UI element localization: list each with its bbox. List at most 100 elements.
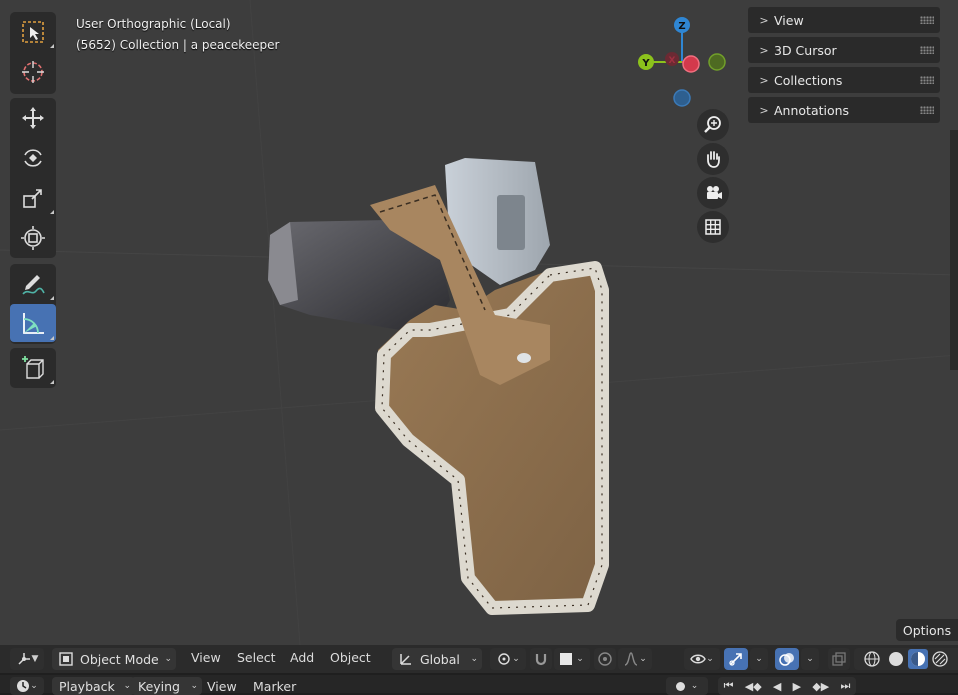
- chevron-down-icon: ⌄: [470, 654, 478, 664]
- move-tool[interactable]: [10, 100, 56, 136]
- drag-grip-icon[interactable]: [920, 16, 934, 24]
- proportional-edit-toggle[interactable]: [594, 648, 616, 670]
- chevron-right-icon: >: [759, 13, 769, 27]
- scale-icon: [23, 189, 42, 208]
- xray-icon: [832, 652, 846, 666]
- pan-button[interactable]: [697, 143, 729, 175]
- playback-controls: ⏮ ◀◆ ◀ ▶ ◆▶ ⏭: [718, 677, 856, 695]
- mode-dropdown[interactable]: Object Mode ⌄: [52, 648, 176, 670]
- gizmo-toggle[interactable]: [724, 648, 748, 670]
- xray-toggle[interactable]: [828, 648, 850, 670]
- neg-y-axis-icon: [708, 53, 726, 71]
- menu-object[interactable]: Object: [330, 650, 371, 665]
- falloff-button[interactable]: ⌄: [618, 648, 652, 670]
- select-box-tool[interactable]: [10, 14, 56, 50]
- gizmo-icon: [729, 653, 742, 666]
- record-icon: [675, 681, 685, 691]
- orientation-icon: [400, 654, 411, 665]
- menu-add[interactable]: Add: [290, 650, 314, 665]
- options-label: Options: [902, 622, 952, 638]
- measure-tool[interactable]: [10, 304, 56, 342]
- z-axis-label: Z: [678, 21, 685, 32]
- chevron-down-icon: ⌄: [190, 681, 198, 691]
- wireframe-shading-icon[interactable]: [863, 650, 881, 668]
- overlays-dropdown[interactable]: ⌄: [801, 648, 819, 670]
- panel-collections-label: Collections: [774, 72, 843, 88]
- rendered-shading-icon[interactable]: [931, 650, 949, 668]
- auto-keying-button[interactable]: ⌄: [666, 677, 708, 695]
- snap-toggle[interactable]: [530, 648, 552, 670]
- add-cube-tool[interactable]: [10, 350, 56, 386]
- measure-icon: [23, 313, 44, 334]
- snap-target-button[interactable]: ⌄: [554, 648, 590, 670]
- orientation-label: Global: [420, 651, 460, 667]
- playback-menu[interactable]: Playback ⌄: [52, 677, 135, 695]
- add-cube-icon: [22, 356, 44, 379]
- gizmo-dropdown[interactable]: ⌄: [750, 648, 768, 670]
- panel-3d-cursor[interactable]: > 3D Cursor: [748, 37, 940, 63]
- camera-view-button[interactable]: [697, 177, 729, 209]
- overlays-icon: [779, 653, 794, 666]
- pan-hand-icon: [707, 151, 720, 168]
- panel-3d-cursor-label: 3D Cursor: [774, 42, 837, 58]
- ortho-toggle-button[interactable]: [697, 211, 729, 243]
- x-axis-icon: [682, 55, 700, 73]
- drag-grip-icon[interactable]: [920, 76, 934, 84]
- play-icon[interactable]: ▶: [793, 680, 801, 693]
- playback-label: Playback: [59, 678, 115, 694]
- overlays-toggle[interactable]: [775, 648, 799, 670]
- transform-icon: [21, 226, 45, 250]
- prev-keyframe-icon[interactable]: ◀◆: [745, 680, 762, 693]
- holster-model[interactable]: [250, 150, 630, 620]
- cursor-icon: [22, 61, 44, 83]
- play-reverse-icon[interactable]: ◀: [773, 680, 781, 693]
- visibility-button[interactable]: ⌄: [684, 648, 720, 670]
- falloff-curve-icon: [624, 652, 638, 666]
- x-axis-label: X: [669, 56, 676, 66]
- menu-select[interactable]: Select: [237, 650, 276, 665]
- chevron-down-icon: ⌄: [512, 654, 520, 664]
- solid-shading-icon[interactable]: [887, 650, 905, 668]
- eye-icon: [690, 654, 707, 664]
- rotate-icon: [24, 149, 42, 167]
- panel-collections[interactable]: > Collections: [748, 67, 940, 93]
- grid-icon: [705, 219, 721, 235]
- cursor-tool[interactable]: [10, 54, 56, 90]
- scale-tool[interactable]: [10, 180, 56, 216]
- transform-tool[interactable]: [10, 220, 56, 256]
- timeline-menu-marker[interactable]: Marker: [253, 679, 296, 694]
- options-button[interactable]: Options: [896, 619, 958, 641]
- annotate-icon: [22, 275, 45, 295]
- navigation-gizmo[interactable]: Z Y X: [632, 12, 732, 112]
- drag-grip-icon[interactable]: [920, 106, 934, 114]
- timeline-menu-view[interactable]: View: [207, 679, 237, 694]
- orientation-dropdown[interactable]: Global ⌄: [392, 648, 482, 670]
- panel-annotations[interactable]: > Annotations: [748, 97, 940, 123]
- sidebar-tab-strip[interactable]: [950, 130, 958, 370]
- chevron-down-icon: ⌄: [123, 681, 131, 691]
- chevron-down-icon: ⌄: [576, 654, 584, 664]
- pivot-point-button[interactable]: ⌄: [490, 648, 526, 670]
- drag-grip-icon[interactable]: [920, 46, 934, 54]
- zoom-button[interactable]: [697, 109, 729, 141]
- next-keyframe-icon[interactable]: ◆▶: [812, 680, 829, 693]
- panel-view[interactable]: > View: [748, 7, 940, 33]
- rotate-tool[interactable]: [10, 140, 56, 176]
- material-shading-button[interactable]: [908, 649, 928, 669]
- keying-menu[interactable]: Keying ⌄: [131, 677, 202, 695]
- pivot-icon: [498, 653, 510, 665]
- timeline-header: ⌄ Playback ⌄ Keying ⌄ View Marker ⌄ ⏮ ◀◆…: [0, 675, 958, 695]
- timeline-editor-type-button[interactable]: ⌄: [10, 677, 44, 695]
- menu-view[interactable]: View: [191, 650, 221, 665]
- mode-label: Object Mode: [80, 651, 159, 667]
- jump-start-icon[interactable]: ⏮: [724, 679, 734, 693]
- jump-end-icon[interactable]: ⏭: [840, 679, 850, 693]
- clock-icon: [17, 680, 30, 692]
- editor-type-button[interactable]: ▼: [10, 648, 44, 670]
- chevron-down-icon: ⌄: [690, 681, 699, 691]
- chevron-right-icon: >: [759, 73, 769, 87]
- annotate-tool[interactable]: [10, 266, 56, 302]
- chevron-down-icon: ▼: [31, 654, 39, 664]
- shading-modes: [854, 648, 958, 670]
- 3d-viewport[interactable]: User Orthographic (Local) (5652) Collect…: [0, 0, 958, 645]
